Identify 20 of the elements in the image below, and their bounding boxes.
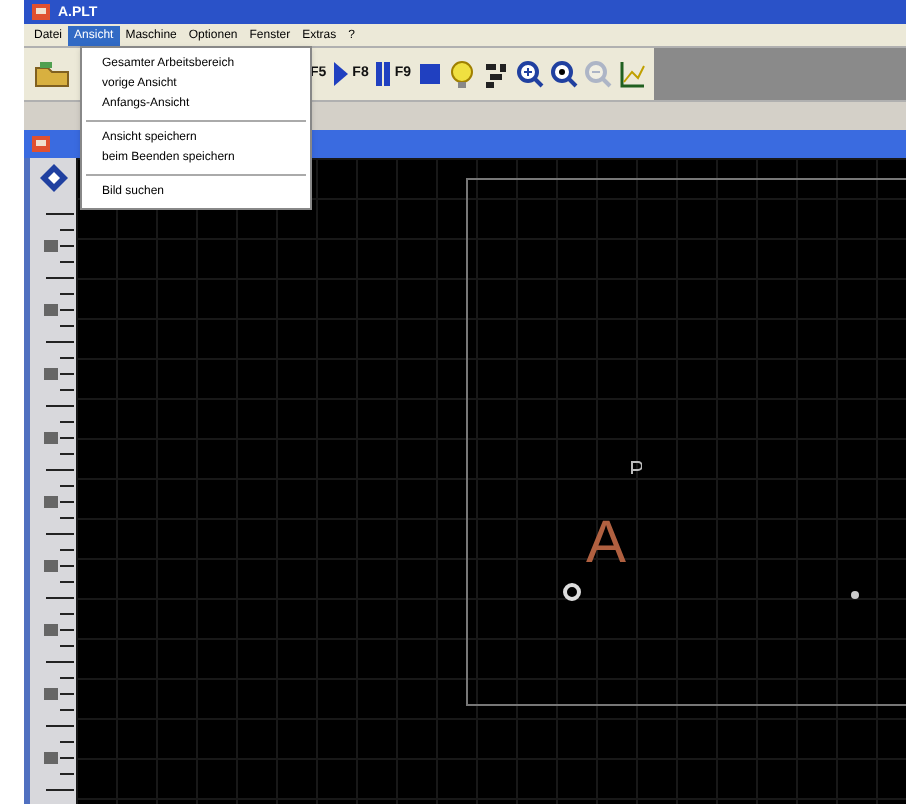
light-bulb-icon xyxy=(447,60,476,88)
chart-icon xyxy=(617,60,646,88)
tool-icon xyxy=(481,60,510,88)
zoom-button[interactable] xyxy=(549,56,578,92)
plot-letter: A xyxy=(586,514,627,574)
zoom-in-button[interactable] xyxy=(515,56,544,92)
magnifier-icon xyxy=(549,60,578,88)
zoom-in-icon xyxy=(515,60,544,88)
folder-icon xyxy=(34,60,70,88)
point-icon xyxy=(850,590,860,600)
origin-icon xyxy=(37,162,69,194)
app-icon xyxy=(32,136,50,152)
marker-icon xyxy=(630,460,642,476)
pause-icon xyxy=(374,60,393,88)
app-icon xyxy=(32,4,50,20)
play-icon xyxy=(332,60,351,88)
zoom-out-icon xyxy=(583,60,612,88)
stop-icon xyxy=(417,60,442,88)
start-point-icon xyxy=(562,582,582,602)
chart-button[interactable] xyxy=(617,56,646,92)
